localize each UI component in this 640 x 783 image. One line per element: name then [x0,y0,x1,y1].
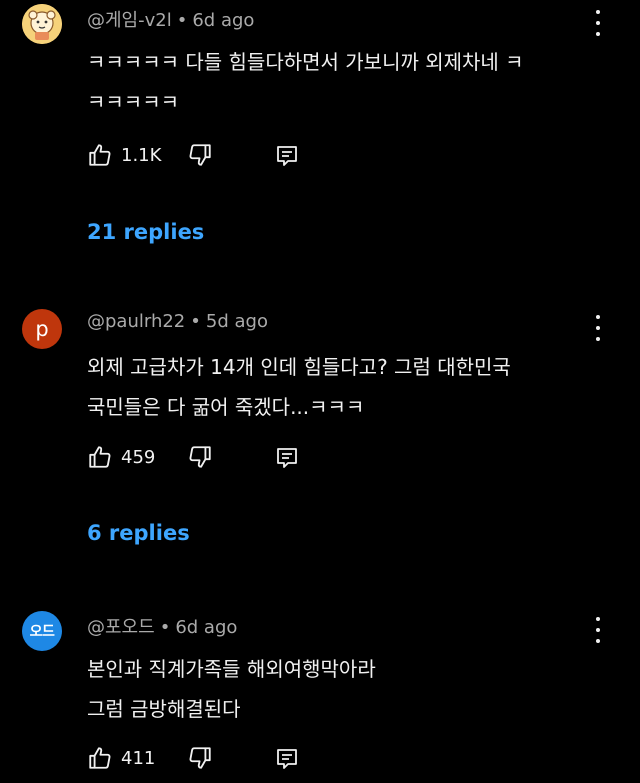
thumbs-up-icon[interactable] [87,444,113,470]
comment-line: 본인과 직계가족들 해외여행막아라 [87,657,376,681]
comment-line: 외제 고급차가 14개 인데 힘들다고? 그럼 대한민국 [87,355,511,379]
avatar[interactable]: 오드 [22,611,62,651]
comment-1: @게임-v2l • 6d ago ㅋㅋㅋㅋㅋ 다들 힘들다하면서 가보니까 외제차네… [0,0,640,260]
comment-line: 그럼 금방해결된다 [87,697,241,721]
more-vert-icon[interactable] [590,617,606,643]
more-vert-icon[interactable] [590,10,606,36]
comment-actions: 1.1K [87,142,607,172]
thumbs-down-icon[interactable] [187,444,213,470]
reply-icon[interactable] [275,446,299,470]
comment-2: p @paulrh22 • 5d ago 외제 고급차가 14개 인데 힘들다고? … [0,305,640,565]
more-vert-icon[interactable] [590,315,606,341]
comment-line: ㅋㅋㅋㅋㅋ 다들 힘들다하면서 가보니까 외제차네 ㅋ [87,50,524,74]
like-count: 459 [121,447,156,468]
comment-line: 국민들은 다 굶어 죽겠다...ㅋㅋㅋ [87,395,365,419]
avatar[interactable] [22,4,62,44]
view-replies-button[interactable]: 21 replies [87,220,204,244]
comment-line: ㅋㅋㅋㅋㅋ [87,90,179,114]
comment-time: 5d ago [205,311,268,332]
avatar-letter: p [35,317,49,341]
header-separator: • [176,10,188,31]
comment-text: ㅋㅋㅋㅋㅋ 다들 힘들다하면서 가보니까 외제차네 ㅋ ㅋㅋㅋㅋㅋ [87,42,607,122]
thumbs-up-icon[interactable] [87,745,113,771]
comment-time: 6d ago [192,10,255,31]
comment-time: 6d ago [175,617,238,638]
comment-actions: 411 [87,745,607,775]
comment-header: @게임-v2l • 6d ago [87,6,254,32]
author-name[interactable]: @paulrh22 [87,311,185,332]
comment-text: 외제 고급차가 14개 인데 힘들다고? 그럼 대한민국 국민들은 다 굶어 죽… [87,347,607,427]
like-count: 411 [121,748,156,769]
comment-text: 본인과 직계가족들 해외여행막아라 그럼 금방해결된다 [87,649,607,729]
header-separator: • [190,311,201,332]
thumbs-down-icon[interactable] [187,142,213,168]
comment-header: @포오드 • 6d ago [87,613,237,639]
character-avatar-icon [22,4,62,44]
reply-icon[interactable] [275,747,299,771]
header-separator: • [159,617,171,638]
avatar-text: 오드 [29,624,55,640]
view-replies-button[interactable]: 6 replies [87,521,190,545]
author-name[interactable]: @포오드 [87,617,155,638]
author-name[interactable]: @게임-v2l [87,10,172,31]
reply-icon[interactable] [275,144,299,168]
comment-header: @paulrh22 • 5d ago [87,311,268,332]
like-count: 1.1K [121,145,162,166]
thumbs-down-icon[interactable] [187,745,213,771]
comment-actions: 459 [87,444,607,474]
thumbs-up-icon[interactable] [87,142,113,168]
avatar[interactable]: p [22,309,62,349]
comment-3: 오드 @포오드 • 6d ago 본인과 직계가족들 해외여행막아라 그럼 금방해결… [0,607,640,783]
